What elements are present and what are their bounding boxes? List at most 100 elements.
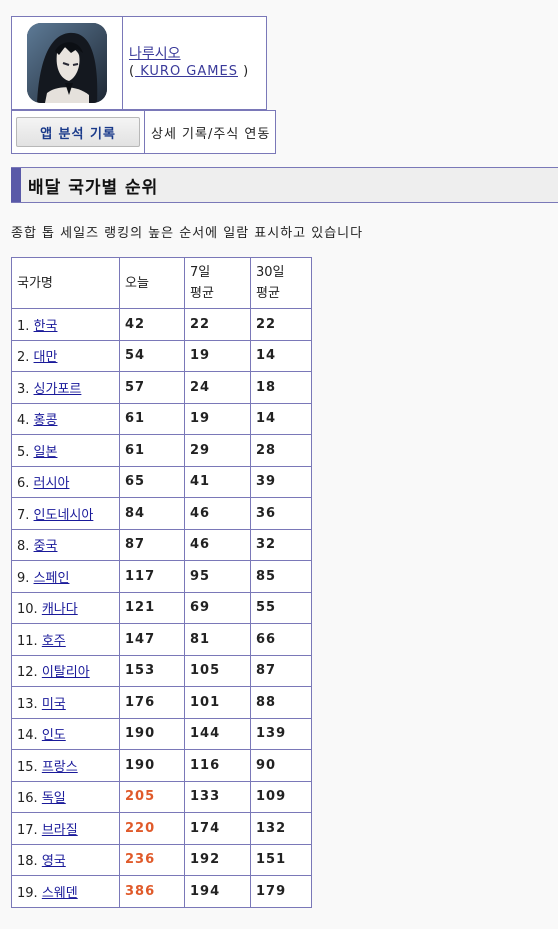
rank-avg7: 194	[184, 875, 251, 908]
country-rank-table: 국가명 오늘 7일 평균 30일 평균 1. 한국 42 22 22 2. 대만 54 19 14…	[11, 257, 312, 908]
developer-line: ( KURO GAMES )	[129, 63, 249, 81]
country-link[interactable]: 홍콩	[34, 413, 58, 428]
rank-today: 176	[119, 686, 185, 719]
country-link[interactable]: 호주	[42, 634, 66, 649]
rank-today: 117	[119, 560, 185, 593]
country-link[interactable]: 스페인	[34, 571, 70, 586]
developer-name: KURO GAMES	[140, 64, 238, 79]
header-avg7: 7일 평균	[184, 257, 251, 309]
table-row: 8. 중국 87 46 32	[11, 528, 312, 561]
country-cell: 4. 홍콩	[11, 402, 120, 435]
rank-index: 8.	[17, 539, 30, 555]
country-link[interactable]: 일본	[34, 445, 58, 460]
table-row: 18. 영국 236 192 151	[11, 843, 312, 876]
table-row: 10. 캐나다 121 69 55	[11, 591, 312, 624]
rank-avg7: 22	[184, 308, 251, 341]
country-link[interactable]: 한국	[34, 319, 58, 334]
table-row: 4. 홍콩 61 19 14	[11, 402, 312, 435]
table-row: 2. 대만 54 19 14	[11, 339, 312, 372]
app-name-link[interactable]: 나루시오	[129, 46, 181, 62]
country-link[interactable]: 영국	[42, 854, 66, 869]
rank-index: 3.	[17, 381, 30, 397]
rank-today: 87	[119, 528, 185, 561]
rank-avg7: 144	[184, 717, 251, 750]
rank-avg30: 55	[250, 591, 312, 624]
country-cell: 16. 독일	[11, 780, 120, 813]
country-link[interactable]: 브라질	[42, 823, 78, 838]
detail-record-link[interactable]: 상세 기록/주식 연동	[145, 111, 275, 153]
rank-avg30: 36	[250, 497, 312, 530]
table-row: 11. 호주 147 81 66	[11, 623, 312, 656]
country-link[interactable]: 스웨덴	[42, 886, 78, 901]
rank-avg7: 41	[184, 465, 251, 498]
rank-index: 16.	[17, 791, 38, 807]
country-link[interactable]: 대만	[34, 350, 58, 365]
country-link[interactable]: 러시아	[34, 476, 70, 491]
app-analysis-button[interactable]: 앱 분석 기록	[16, 117, 140, 147]
rank-index: 13.	[17, 696, 38, 712]
table-row: 7. 인도네시아 84 46 36	[11, 497, 312, 530]
rank-avg30: 66	[250, 623, 312, 656]
rank-avg7: 46	[184, 497, 251, 530]
action-bar: 앱 분석 기록 상세 기록/주식 연동	[11, 110, 277, 154]
rank-index: 6.	[17, 476, 30, 492]
country-cell: 2. 대만	[11, 339, 120, 372]
country-cell: 3. 싱가포르	[11, 371, 120, 404]
country-link[interactable]: 독일	[42, 791, 66, 806]
country-cell: 18. 영국	[11, 843, 120, 876]
rank-avg30: 90	[250, 749, 312, 782]
country-link[interactable]: 미국	[42, 697, 66, 712]
header-avg7-line1: 7일	[190, 265, 211, 280]
country-cell: 12. 이탈리아	[11, 654, 120, 687]
section-header: 배달 국가별 순위	[11, 167, 558, 203]
rank-index: 4.	[17, 413, 30, 429]
rank-today: 153	[119, 654, 185, 687]
close-paren: )	[243, 64, 250, 79]
table-row: 15. 프랑스 190 116 90	[11, 749, 312, 782]
app-icon-cell	[12, 17, 123, 109]
rank-index: 5.	[17, 444, 30, 460]
country-cell: 5. 일본	[11, 434, 120, 467]
table-row: 5. 일본 61 29 28	[11, 434, 312, 467]
country-link[interactable]: 싱가포르	[34, 382, 82, 397]
rank-index: 1.	[17, 318, 30, 334]
rank-avg7: 81	[184, 623, 251, 656]
country-cell: 8. 중국	[11, 528, 120, 561]
rank-index: 12.	[17, 665, 38, 681]
country-link[interactable]: 중국	[34, 539, 58, 554]
rank-today: 121	[119, 591, 185, 624]
rank-avg7: 19	[184, 339, 251, 372]
developer-link[interactable]: KURO GAMES	[135, 64, 238, 79]
rank-avg7: 105	[184, 654, 251, 687]
rank-avg30: 39	[250, 465, 312, 498]
rank-avg30: 85	[250, 560, 312, 593]
app-icon-artwork	[27, 23, 107, 103]
rank-today: 386	[119, 875, 185, 908]
country-link[interactable]: 이탈리아	[42, 665, 90, 680]
rank-avg30: 18	[250, 371, 312, 404]
rank-today: 205	[119, 780, 185, 813]
rank-avg30: 88	[250, 686, 312, 719]
country-cell: 15. 프랑스	[11, 749, 120, 782]
header-avg30: 30일 평균	[250, 257, 312, 309]
rank-avg7: 95	[184, 560, 251, 593]
table-row: 16. 독일 205 133 109	[11, 780, 312, 813]
country-link[interactable]: 인도	[42, 728, 66, 743]
country-link[interactable]: 인도네시아	[34, 508, 94, 523]
header-country: 국가명	[11, 257, 120, 309]
country-cell: 6. 러시아	[11, 465, 120, 498]
rank-avg7: 29	[184, 434, 251, 467]
rank-today: 236	[119, 843, 185, 876]
table-row: 6. 러시아 65 41 39	[11, 465, 312, 498]
country-link[interactable]: 캐나다	[42, 602, 78, 617]
app-icon[interactable]	[27, 23, 107, 103]
rank-index: 10.	[17, 602, 38, 618]
rank-avg30: 109	[250, 780, 312, 813]
country-link[interactable]: 프랑스	[42, 760, 78, 775]
table-row: 14. 인도 190 144 139	[11, 717, 312, 750]
rank-avg7: 101	[184, 686, 251, 719]
rank-index: 11.	[17, 633, 38, 649]
rank-avg30: 14	[250, 339, 312, 372]
rank-index: 14.	[17, 728, 38, 744]
country-cell: 7. 인도네시아	[11, 497, 120, 530]
